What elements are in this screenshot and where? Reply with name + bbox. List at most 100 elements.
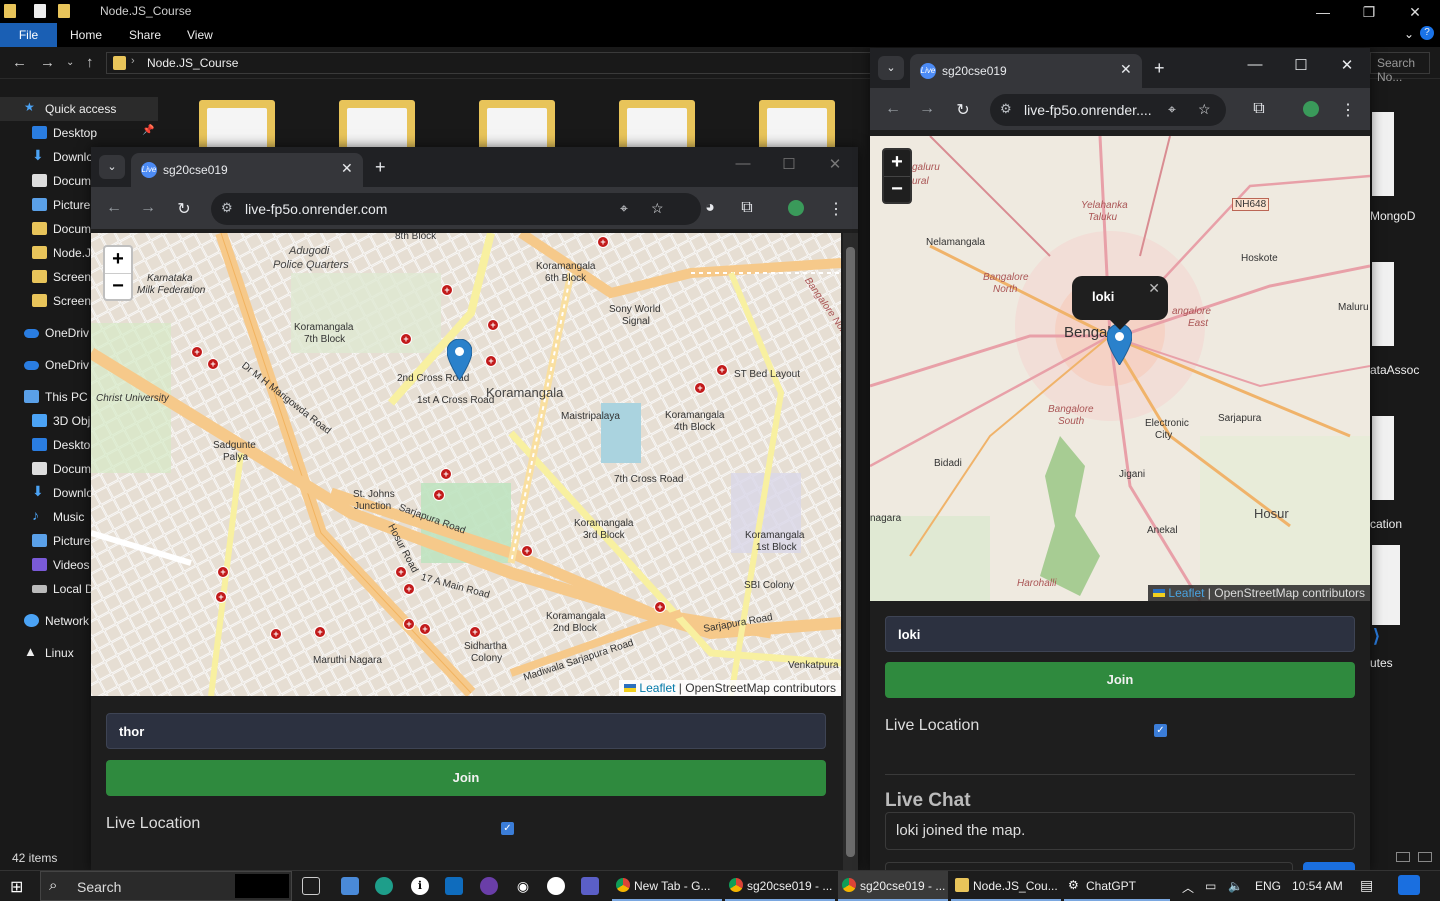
clock[interactable]: 10:54 AM (1292, 879, 1343, 893)
ribbon-home-tab[interactable]: Home (70, 28, 102, 42)
tab-sg20cse019[interactable]: Live sg20cse019 ✕ (910, 54, 1142, 88)
properties-icon[interactable] (34, 4, 46, 18)
live-location-checkbox[interactable]: ✓ (501, 822, 514, 835)
tab-search-icon[interactable]: ⌄ (878, 56, 904, 80)
edge-icon[interactable] (375, 877, 393, 895)
ribbon-file-tab[interactable]: File (0, 23, 57, 47)
ribbon-share-tab[interactable]: Share (129, 28, 161, 42)
hospital-marker[interactable]: + (403, 583, 415, 595)
location-pin-icon[interactable] (447, 339, 472, 380)
hospital-marker[interactable]: + (485, 355, 497, 367)
leaflet-link[interactable]: Leaflet (1168, 586, 1204, 600)
nav-item-desktop[interactable]: Desktop 📌 (0, 121, 158, 145)
hospital-marker[interactable]: + (207, 358, 219, 370)
hospital-marker[interactable]: + (521, 545, 533, 557)
hospital-marker[interactable]: + (314, 626, 326, 638)
outlook-icon[interactable] (445, 877, 463, 895)
menu-icon[interactable]: ⋮ (1337, 100, 1359, 120)
tab-search-icon[interactable]: ⌄ (99, 155, 125, 179)
app-tray-icon[interactable] (1398, 875, 1420, 895)
join-button[interactable]: Join (106, 760, 826, 796)
close-tab-icon[interactable]: ✕ (1120, 61, 1132, 78)
zoom-out-button[interactable]: − (105, 273, 131, 299)
profile-avatar[interactable] (1303, 101, 1319, 117)
street-map[interactable]: 8th Block Adugodi Police Quarters Karnat… (91, 233, 841, 696)
zoom-out-button[interactable]: − (884, 176, 910, 202)
network-tray-icon[interactable]: ▭ (1205, 879, 1216, 893)
maximize-icon[interactable]: ☐ (774, 155, 804, 173)
file-icon[interactable] (1372, 416, 1394, 500)
zoom-in-button[interactable]: + (884, 150, 910, 176)
close-icon[interactable]: ✕ (1332, 56, 1362, 74)
hospital-marker[interactable]: + (441, 284, 453, 296)
minimize-icon[interactable]: — (728, 155, 758, 172)
menu-icon[interactable]: ⋮ (825, 199, 847, 219)
expand-ribbon-icon[interactable]: ⌄ (1404, 27, 1414, 41)
bookmark-star-icon[interactable]: ☆ (651, 200, 664, 217)
zoom-in-button[interactable]: + (105, 247, 131, 273)
location-icon[interactable]: ⌖ (620, 200, 628, 217)
volume-icon[interactable]: 🔈 (1228, 879, 1243, 893)
hospital-marker[interactable]: + (400, 333, 412, 345)
forward-icon[interactable]: → (40, 54, 55, 71)
extensions-icon[interactable]: ⧉ (1248, 100, 1270, 118)
hospital-marker[interactable]: + (654, 601, 666, 613)
notes-app-icon[interactable] (341, 877, 359, 895)
popup-close-icon[interactable]: ✕ (1148, 280, 1160, 297)
teams-icon[interactable] (581, 877, 599, 895)
hospital-marker[interactable]: + (716, 364, 728, 376)
folder-icon[interactable] (199, 100, 275, 150)
location-pin-icon[interactable] (1107, 324, 1132, 365)
chat-input[interactable] (885, 862, 1293, 870)
region-map[interactable]: galuru ural Yelahanka Taluku NH648 Nelam… (870, 136, 1370, 601)
site-info-icon[interactable]: ⚙ (221, 200, 233, 216)
hospital-marker[interactable]: + (217, 566, 229, 578)
hospital-marker[interactable]: + (215, 591, 227, 603)
name-input[interactable]: loki (885, 616, 1355, 652)
taskbar-app-chatgpt[interactable]: ⚙ ChatGPT (1064, 871, 1170, 901)
file-icon[interactable] (1372, 545, 1400, 625)
hospital-marker[interactable]: + (433, 489, 445, 501)
github-icon[interactable]: ◉ (514, 877, 532, 895)
maximize-icon[interactable]: ☐ (1286, 56, 1316, 74)
cookie-extension-icon[interactable]: ◕ (699, 199, 721, 217)
app-icon[interactable]: ℹ (411, 877, 429, 895)
details-view-icon[interactable] (1396, 852, 1410, 862)
address-bar[interactable]: ⚙ live-fp5o.onrender.... ⌖ ☆ (990, 94, 1226, 126)
join-button[interactable]: Join (885, 662, 1355, 698)
hospital-marker[interactable]: + (270, 628, 282, 640)
live-location-checkbox[interactable]: ✓ (1154, 724, 1167, 737)
app-icon[interactable] (480, 877, 498, 895)
scrollbar-thumb[interactable] (846, 247, 855, 857)
windows-start-icon[interactable]: ⊞ (10, 877, 23, 897)
forward-icon[interactable]: → (137, 199, 159, 217)
help-icon[interactable]: ? (1420, 26, 1434, 40)
profile-avatar[interactable] (788, 200, 804, 216)
language-indicator[interactable]: ENG (1255, 879, 1281, 893)
close-icon[interactable]: ✕ (1392, 2, 1438, 22)
nav-item-quick-access[interactable]: ★ Quick access (0, 97, 158, 121)
taskbar-app-sg20cse019[interactable]: sg20cse019 - ... (725, 871, 835, 901)
app-icon[interactable] (547, 877, 565, 895)
explorer-search-input[interactable]: Search No... (1370, 52, 1430, 84)
reload-icon[interactable]: ↻ (952, 100, 974, 120)
hospital-marker[interactable]: + (191, 346, 203, 358)
hospital-marker[interactable]: + (487, 319, 499, 331)
taskbar-app-sg20cse019-2[interactable]: sg20cse019 - ... (838, 871, 948, 901)
new-tab-icon[interactable]: + (375, 157, 386, 178)
notifications-icon[interactable]: ▤ (1360, 877, 1373, 894)
minimize-icon[interactable]: — (1240, 56, 1270, 73)
extensions-icon[interactable]: ⧉ (736, 199, 758, 217)
folder-icon[interactable] (619, 100, 695, 150)
page-scrollbar[interactable] (843, 233, 858, 870)
folder-icon[interactable] (339, 100, 415, 150)
hospital-marker[interactable]: + (395, 566, 407, 578)
file-icon[interactable] (1372, 112, 1394, 196)
name-input[interactable]: thor (106, 713, 826, 749)
back-icon[interactable]: ← (12, 54, 27, 71)
restore-icon[interactable]: ❐ (1346, 2, 1392, 22)
large-icons-view-icon[interactable] (1418, 852, 1432, 862)
bookmark-star-icon[interactable]: ☆ (1198, 101, 1211, 118)
hospital-marker[interactable]: + (440, 468, 452, 480)
folder-icon[interactable] (759, 100, 835, 150)
